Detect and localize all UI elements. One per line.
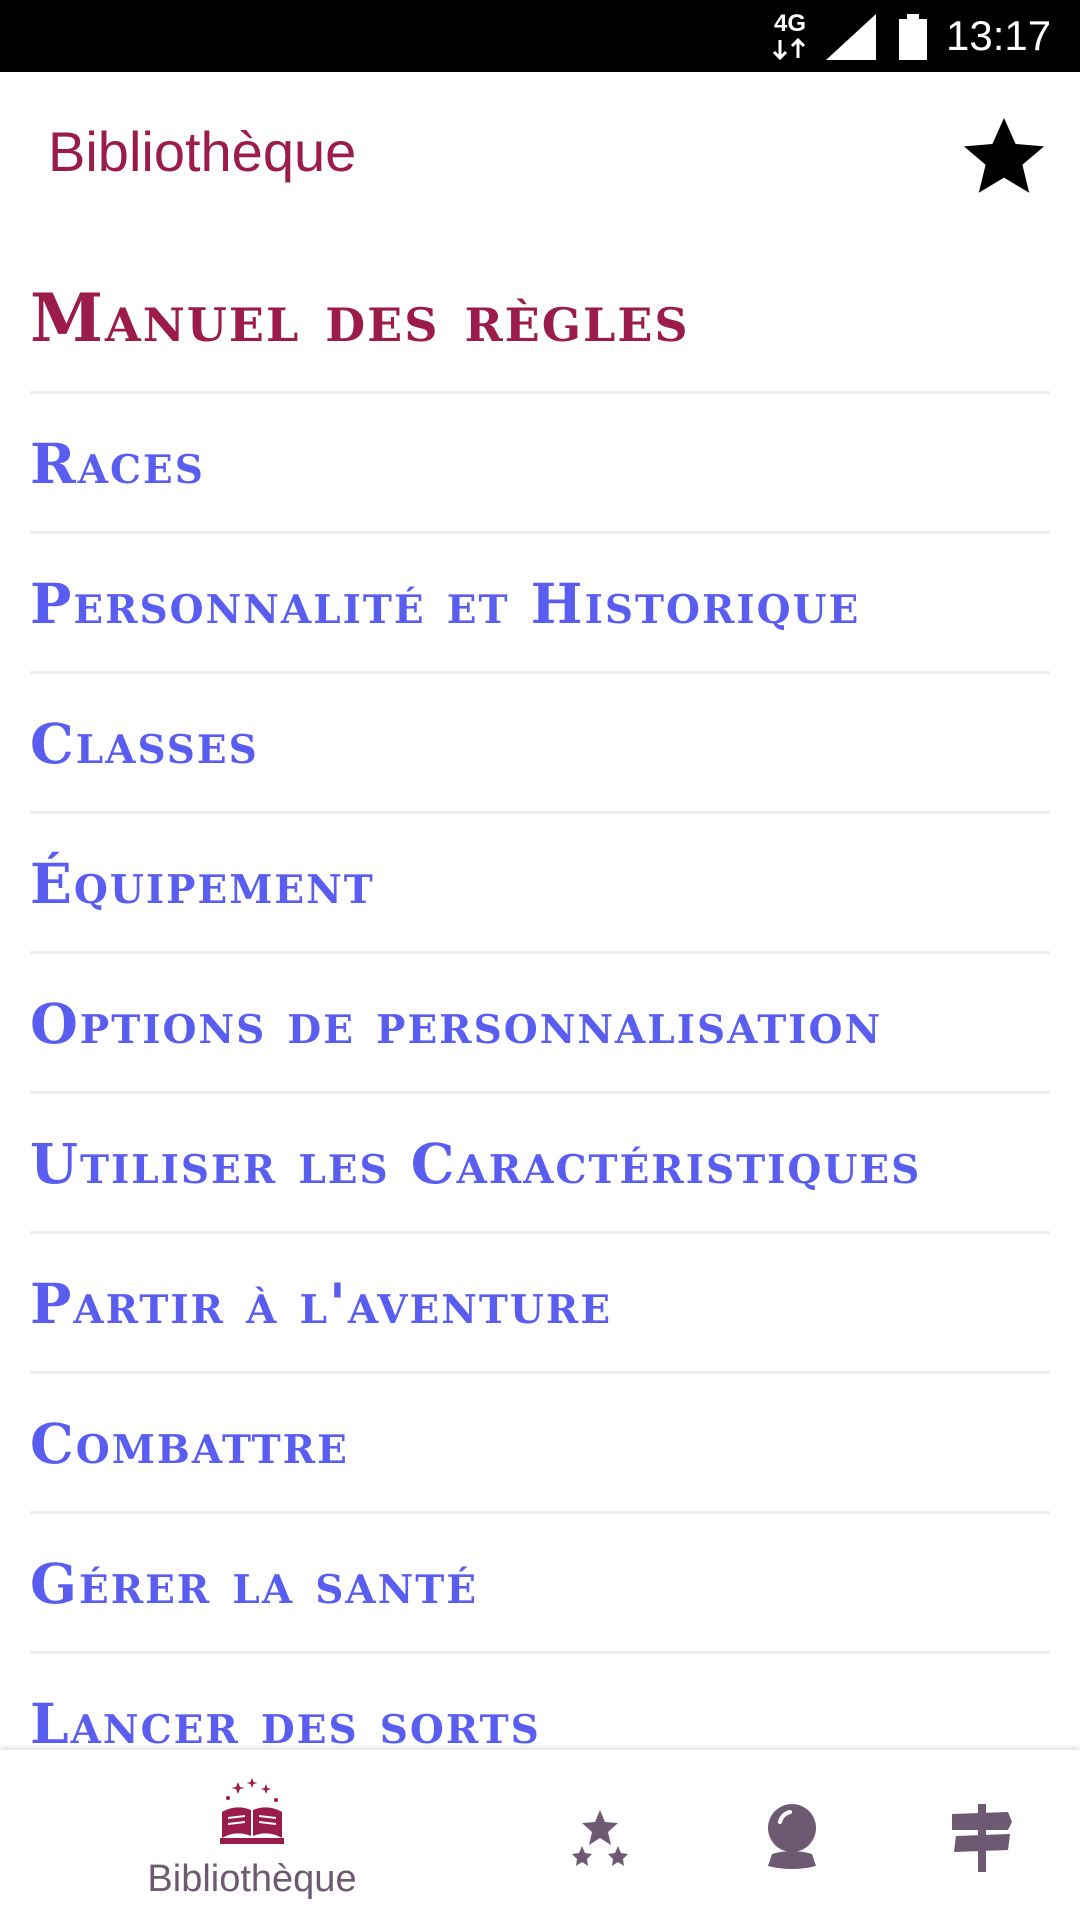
nav-signpost[interactable] — [922, 1750, 1042, 1920]
list-item-spellcasting[interactable]: Lancer des sorts — [30, 1654, 1050, 1750]
network-type-label: 4G — [773, 10, 806, 37]
status-time: 13:17 — [946, 12, 1052, 59]
bottom-navigation: Bibliothèque — [0, 1750, 1080, 1920]
status-bar: 4G 13:17 — [0, 0, 1080, 72]
list-item-adventuring[interactable]: Partir à l'aventure — [30, 1234, 1050, 1374]
page-title: Bibliothèque — [48, 120, 357, 183]
list-item-classes[interactable]: Classes — [30, 674, 1050, 814]
signal-icon — [826, 14, 876, 60]
favorites-button[interactable] — [956, 108, 1052, 204]
list-item-health[interactable]: Gérer la santé — [30, 1514, 1050, 1654]
crystal-ball-icon — [768, 1804, 816, 1869]
network-indicator: 4G — [768, 12, 812, 62]
stars-icon — [572, 1810, 628, 1866]
nav-favorites[interactable] — [540, 1750, 660, 1920]
nav-library[interactable]: Bibliothèque — [112, 1750, 392, 1920]
list-item-customization[interactable]: Options de personnalisation — [30, 954, 1050, 1094]
list-item-equipment[interactable]: Équipement — [30, 814, 1050, 954]
nav-crystal-ball[interactable] — [732, 1750, 852, 1920]
section-heading: Manuel des règles — [30, 242, 1050, 394]
nav-library-label: Bibliothèque — [147, 1858, 357, 1900]
list-item-combat[interactable]: Combattre — [30, 1374, 1050, 1514]
magic-book-icon — [220, 1778, 284, 1844]
list-item-abilities[interactable]: Utiliser les Caractéristiques — [30, 1094, 1050, 1234]
rules-list[interactable]: Manuel des règles Races Personnalité et … — [30, 242, 1050, 1750]
battery-icon — [899, 14, 927, 60]
list-item-races[interactable]: Races — [30, 394, 1050, 534]
signpost-icon — [952, 1804, 1012, 1872]
star-icon — [964, 118, 1044, 193]
list-item-personality[interactable]: Personnalité et Historique — [30, 534, 1050, 674]
app-bar: Bibliothèque — [0, 72, 1080, 242]
data-arrows-icon — [772, 37, 806, 61]
